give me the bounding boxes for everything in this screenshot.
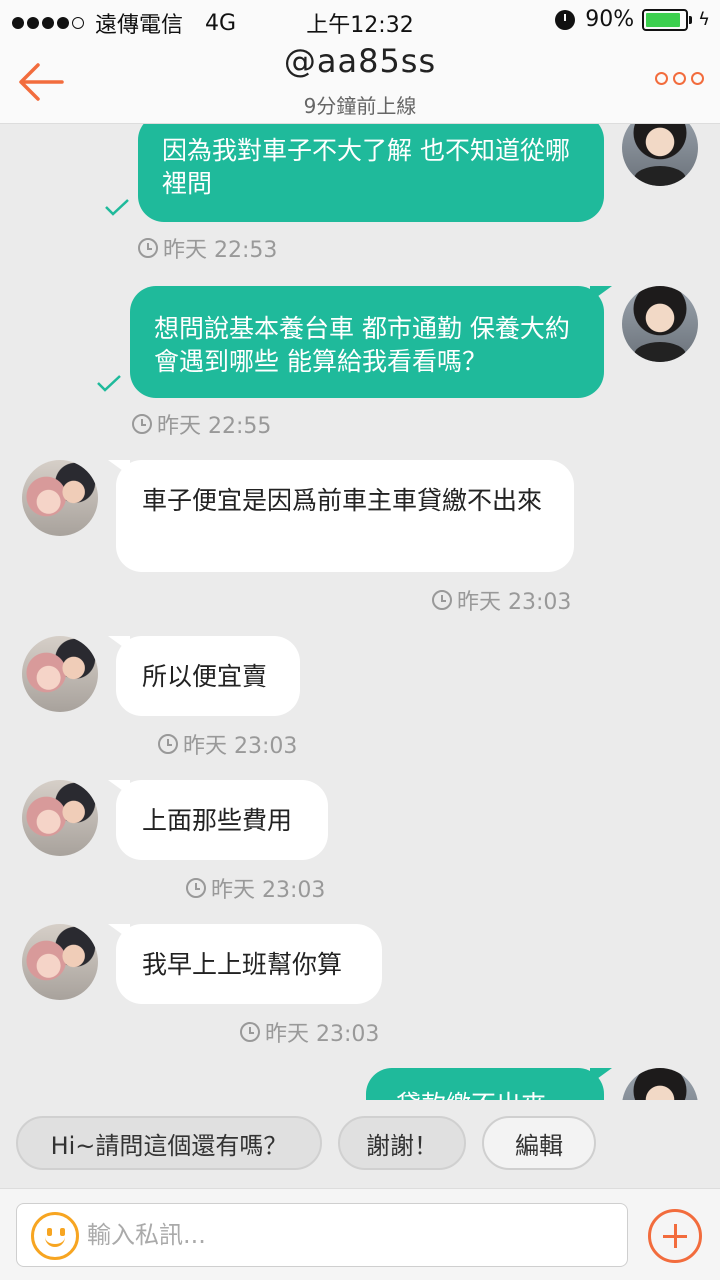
message-bubble-incoming[interactable]: 所以便宜賣 [108,636,300,716]
message-timestamp: 昨天 22:53 [138,232,277,264]
clock-icon [186,878,206,898]
battery-percent: 90% [585,7,635,32]
avatar[interactable] [622,124,698,186]
quick-reply-chip[interactable]: 謝謝！ [338,1116,466,1170]
message-timestamp: 昨天 23:03 [240,1016,379,1048]
charging-icon: ϟ [698,9,710,30]
message-bubble-incoming[interactable]: 我早上上班幫你算 [108,924,382,1004]
message-bubble-outgoing[interactable]: 因為我對車子不大了解 也不知道從哪裡問 [138,124,612,222]
message-timestamp: 昨天 23:03 [186,872,325,904]
message-text: 貸款繳不出來… [396,1088,604,1100]
message-text: 因為我對車子不大了解 也不知道從哪裡問 [162,136,570,198]
more-dots-icon [655,72,668,85]
clock-icon [138,238,158,258]
message-bubble-outgoing[interactable]: 貸款繳不出來… [366,1068,612,1100]
message-timestamp: 昨天 23:03 [158,728,297,760]
status-bar: 遠傳電信 4G 上午12:32 90% ϟ [0,0,720,40]
avatar[interactable] [22,460,98,536]
message-timestamp: 昨天 22:55 [132,408,271,440]
more-options-button[interactable] [650,72,704,85]
timestamp-text: 昨天 23:03 [457,590,572,615]
message-timestamp: 昨天 23:03 [432,584,571,616]
message-text: 所以便宜賣 [142,662,268,691]
last-online-status: 9分鐘前上線 [303,94,417,118]
message-text: 車子便宜是因爲前車主車貸繳不出來 [142,486,543,515]
avatar[interactable] [22,924,98,1000]
clock-icon [240,1022,260,1042]
battery-icon [642,8,693,31]
edit-quick-replies-button[interactable]: 編輯 [482,1116,596,1170]
status-right: 90% ϟ [555,7,710,32]
quick-replies: Hi~請問這個還有嗎？ 謝謝！ 編輯 [0,1100,720,1188]
timestamp-text: 昨天 23:03 [265,1022,380,1047]
message-input-bar [0,1188,720,1280]
avatar[interactable] [622,1068,698,1100]
message-bubble-outgoing[interactable]: 想問說基本養台車 都市通勤 保養大約會遇到哪些 能算給我看看嗎？ [130,286,612,398]
timestamp-text: 昨天 23:03 [211,878,326,903]
message-list[interactable]: 因為我對車子不大了解 也不知道從哪裡問 昨天 22:53 想問說基本養台車 都市… [0,124,720,1100]
message-input-container [16,1203,628,1267]
avatar[interactable] [622,286,698,362]
message-bubble-incoming[interactable]: 車子便宜是因爲前車主車貸繳不出來 [108,460,574,572]
avatar[interactable] [22,636,98,712]
plus-circle-icon[interactable] [648,1209,702,1263]
timestamp-text: 昨天 22:55 [157,414,272,439]
quick-reply-chip[interactable]: Hi~請問這個還有嗎？ [16,1116,322,1170]
chat-header: @aa85ss 9分鐘前上線 [0,40,720,124]
checkmark-icon [105,199,129,216]
clock-icon [132,414,152,434]
chat-title: @aa85ss [283,42,437,80]
message-bubble-incoming[interactable]: 上面那些費用 [108,780,328,860]
timestamp-text: 昨天 23:03 [183,734,298,759]
clock-icon [158,734,178,754]
message-text: 想問說基本養台車 都市通勤 保養大約會遇到哪些 能算給我看看嗎？ [154,314,570,376]
clock-icon [432,590,452,610]
avatar[interactable] [22,780,98,856]
message-input[interactable] [87,1216,607,1254]
message-text: 上面那些費用 [142,806,293,835]
quick-reply-label: Hi~請問這個還有嗎？ [50,1131,288,1160]
smiley-icon[interactable] [31,1212,79,1260]
quick-reply-label: 謝謝！ [366,1131,438,1160]
message-text: 我早上上班幫你算 [142,950,343,979]
quick-reply-label: 編輯 [515,1131,563,1160]
checkmark-icon [97,375,121,392]
timestamp-text: 昨天 22:53 [163,238,278,263]
alarm-icon [555,9,576,30]
